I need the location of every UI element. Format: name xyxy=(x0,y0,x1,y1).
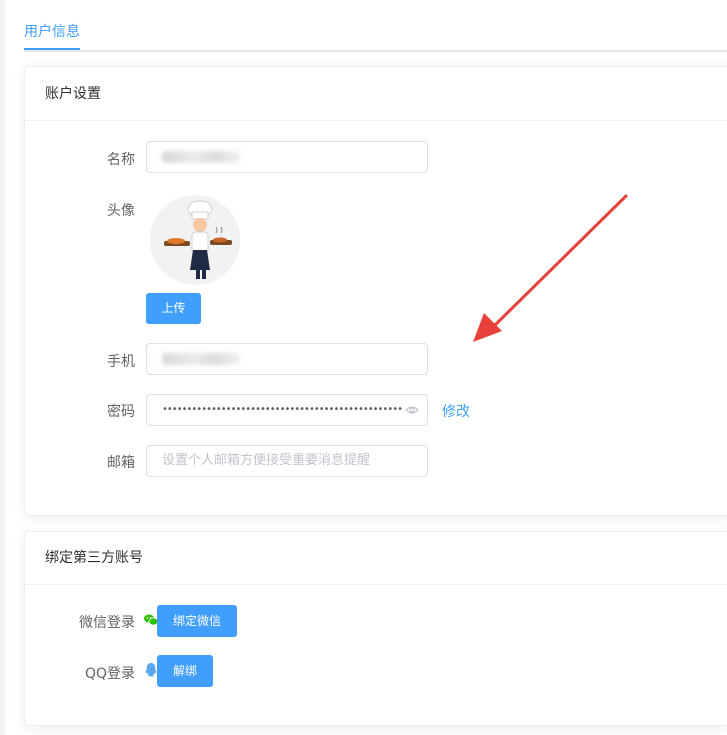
password-input[interactable]: ••••••••••••••••••••••••••••••••••••••••… xyxy=(146,394,428,426)
account-settings-title: 账户设置 xyxy=(25,67,727,121)
modify-password-link[interactable]: 修改 xyxy=(442,401,470,421)
phone-input[interactable] xyxy=(146,343,428,375)
email-input[interactable]: 设置个人邮箱方便接受重要消息提醒 xyxy=(146,445,428,477)
eye-icon[interactable] xyxy=(405,403,419,417)
third-party-title: 绑定第三方账号 xyxy=(25,532,727,585)
email-label: 邮箱 xyxy=(107,455,135,471)
upload-button[interactable]: 上传 xyxy=(146,293,201,324)
name-label: 名称 xyxy=(107,152,135,168)
account-settings-card: 账户设置 名称 头像 上传 手机 密码 ••••••••••••••••••••… xyxy=(24,66,727,516)
tab-bar: 用户信息 xyxy=(24,0,727,52)
password-label: 密码 xyxy=(107,404,135,420)
tab-active-indicator xyxy=(24,48,80,50)
avatar-label: 头像 xyxy=(107,203,135,219)
avatar xyxy=(150,195,240,285)
chef-avatar-icon xyxy=(150,195,240,285)
qq-label: QQ登录 xyxy=(84,666,135,682)
wechat-label: 微信登录 xyxy=(79,615,135,631)
name-input[interactable] xyxy=(146,141,428,173)
redacted-phone xyxy=(162,352,240,365)
left-strip xyxy=(0,0,5,735)
wechat-icon xyxy=(144,614,158,626)
tab-user-info[interactable]: 用户信息 xyxy=(24,20,80,50)
redacted-name xyxy=(162,150,240,163)
third-party-card: 绑定第三方账号 微信登录 绑定微信 QQ登录 解绑 xyxy=(24,531,727,726)
unbind-qq-button[interactable]: 解绑 xyxy=(157,655,213,687)
phone-label: 手机 xyxy=(107,354,135,370)
bind-wechat-button[interactable]: 绑定微信 xyxy=(157,605,237,637)
password-dots: ••••••••••••••••••••••••••••••••••••••••… xyxy=(162,404,403,415)
qq-icon xyxy=(145,663,157,677)
